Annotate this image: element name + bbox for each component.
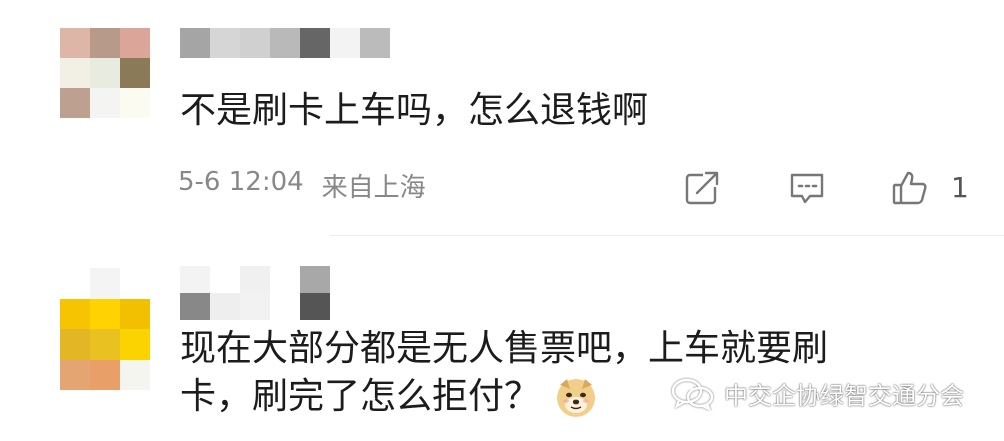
mosaic-cell <box>60 88 90 118</box>
mosaic-cell <box>60 268 90 299</box>
like-count: 1 <box>951 171 969 204</box>
mosaic-cell <box>240 266 270 293</box>
mosaic-cell <box>90 329 120 360</box>
share-button[interactable] <box>682 168 722 208</box>
mosaic-cell <box>210 293 240 320</box>
watermark: 中交企协绿智交通分会 <box>670 376 964 411</box>
mosaic-cell <box>240 28 270 58</box>
mosaic-cell <box>90 359 120 390</box>
comment-text-line-2: 卡，刷完了怎么拒付？ <box>180 376 541 417</box>
comment-text: 不是刷卡上车吗，怎么退钱啊 <box>180 90 649 131</box>
mosaic-cell <box>120 268 150 299</box>
username-blurred[interactable] <box>180 28 390 58</box>
mosaic-cell <box>270 293 300 320</box>
comment-meta: 5-6 12:04 来自上海 <box>178 167 426 204</box>
comment-item-1: 不是刷卡上车吗，怎么退钱啊 5-6 12:04 来自上海 1 <box>0 0 1004 236</box>
mosaic-cell <box>360 28 390 58</box>
mosaic-cell <box>120 298 150 329</box>
mosaic-cell <box>180 266 210 293</box>
mosaic-cell <box>60 359 90 390</box>
avatar[interactable] <box>60 268 150 390</box>
mosaic-cell <box>90 268 120 299</box>
like-button[interactable] <box>890 168 930 208</box>
wechat-icon <box>671 378 714 411</box>
mosaic-cell <box>330 28 360 58</box>
mosaic-cell <box>120 359 150 390</box>
share-icon <box>685 171 719 205</box>
mosaic-cell <box>120 329 150 360</box>
mosaic-cell <box>270 266 300 293</box>
reply-button[interactable] <box>787 168 827 208</box>
mosaic-cell <box>90 28 120 58</box>
mosaic-cell <box>300 28 330 58</box>
comment-time: 5-6 12:04 <box>178 167 304 197</box>
mosaic-cell <box>60 58 90 88</box>
doge-emoji-icon <box>554 375 598 419</box>
mosaic-cell <box>210 266 240 293</box>
comment-icon <box>790 173 824 204</box>
mosaic-cell <box>120 58 150 88</box>
username-blurred[interactable] <box>180 266 340 320</box>
mosaic-cell <box>300 293 330 320</box>
mosaic-cell <box>180 28 210 58</box>
comment-location: 来自上海 <box>321 173 426 203</box>
mosaic-cell <box>210 28 240 58</box>
mosaic-cell <box>180 293 210 320</box>
mosaic-cell <box>120 88 150 118</box>
mosaic-cell <box>270 28 300 58</box>
mosaic-cell <box>300 266 330 293</box>
mosaic-cell <box>60 28 90 58</box>
mosaic-cell <box>90 298 120 329</box>
thumbs-up-icon <box>892 171 927 205</box>
watermark-text: 中交企协绿智交通分会 <box>724 382 964 410</box>
mosaic-cell <box>60 329 90 360</box>
mosaic-cell <box>120 28 150 58</box>
mosaic-cell <box>240 293 270 320</box>
avatar[interactable] <box>60 28 150 118</box>
mosaic-cell <box>60 298 90 329</box>
comment-text-line-1: 现在大部分都是无人售票吧，上车就要刷 <box>180 328 829 369</box>
mosaic-cell <box>90 88 120 118</box>
mosaic-cell <box>90 58 120 88</box>
